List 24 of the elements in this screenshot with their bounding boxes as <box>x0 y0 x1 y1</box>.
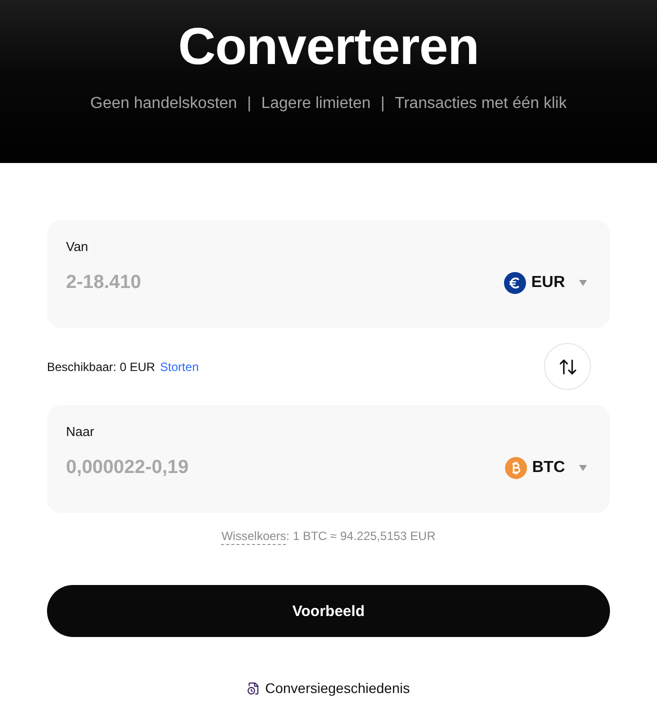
caret-icon <box>579 280 587 286</box>
currency-select[interactable]: BTC <box>505 457 587 479</box>
euro-coin-icon <box>504 272 526 294</box>
bitcoin-coin-icon <box>505 457 528 479</box>
swap-icon <box>558 356 578 376</box>
amount-field[interactable]: 2-18.410 <box>66 268 504 298</box>
rate-value: : 1 BTC ≈ 94.225,5153 EUR <box>286 529 436 545</box>
page-title: Converteren <box>178 17 479 77</box>
balance-text: Beschikbaar: 0 EUR <box>47 360 156 374</box>
amount-field[interactable]: 0,000022-0,19 <box>66 453 506 483</box>
swap-button[interactable] <box>544 343 591 390</box>
separator: | <box>380 94 385 114</box>
document-clock-icon <box>247 682 260 694</box>
preview-button[interactable]: Voorbeeld <box>47 585 610 637</box>
history-link[interactable]: Conversiegeschiedenis <box>247 680 410 696</box>
caret-icon <box>579 465 587 471</box>
currency-select[interactable]: EUR <box>504 272 587 294</box>
separator: | <box>247 94 252 114</box>
feature-text: Geen handelskosten <box>90 94 238 114</box>
deposit-link[interactable]: Storten <box>160 360 199 374</box>
field-label: Van <box>66 238 88 255</box>
field-label: Naar <box>66 423 94 440</box>
feature-text: Transacties met één klik <box>394 94 567 114</box>
feature-text: Lagere limieten <box>261 94 371 114</box>
